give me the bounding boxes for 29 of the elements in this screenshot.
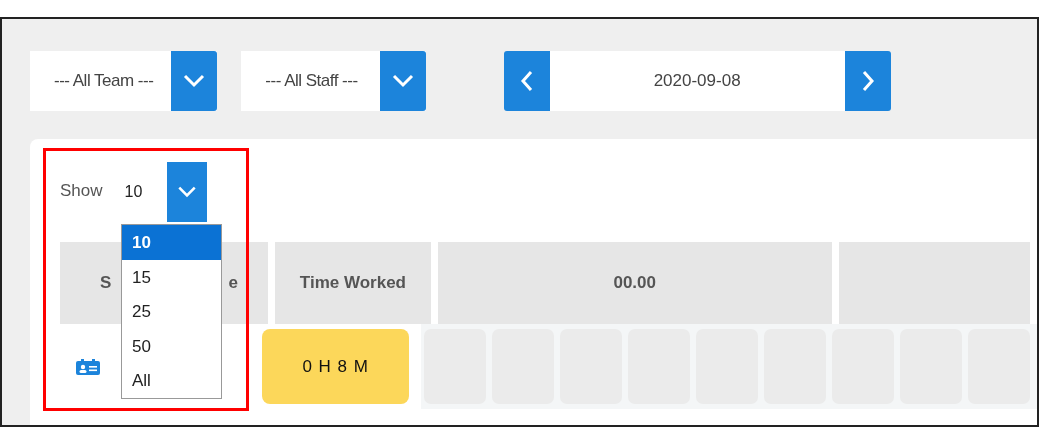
header-text: e: [228, 272, 238, 295]
select-value: --- All Team ---: [53, 70, 155, 93]
dropdown-button[interactable]: [166, 161, 207, 222]
show-label: Show: [60, 179, 103, 202]
previous-button[interactable]: [503, 51, 550, 111]
dropdown-option[interactable]: 25: [122, 294, 221, 329]
column-header: Time Worked: [274, 242, 431, 324]
dropdown-button[interactable]: [379, 51, 426, 111]
select-value: --- All Staff ---: [264, 70, 359, 93]
team-select[interactable]: --- All Team ---: [30, 51, 218, 111]
chevron-down-icon: [176, 185, 197, 198]
column-header: 00.00: [437, 242, 832, 324]
chevron-left-icon: [519, 70, 534, 92]
chevron-right-icon: [860, 70, 875, 92]
dropdown-option[interactable]: All: [122, 363, 221, 398]
dropdown-option[interactable]: 15: [122, 259, 221, 294]
date-field[interactable]: 2020-09-08: [549, 51, 845, 111]
staff-select[interactable]: --- All Staff ---: [241, 51, 426, 111]
page-size-select[interactable]: 10: [124, 161, 207, 222]
chevron-down-icon: [183, 74, 206, 88]
dropdown-button[interactable]: [171, 51, 218, 111]
dropdown-option[interactable]: 50: [122, 328, 221, 363]
dropdown-option[interactable]: 10: [122, 225, 221, 260]
header-text: S: [100, 272, 112, 295]
next-button[interactable]: [844, 51, 891, 111]
select-value: 10: [124, 181, 144, 202]
id-card-icon: [76, 358, 100, 375]
time-worked-badge: 0 H 8 M: [262, 329, 410, 404]
chevron-down-icon: [391, 74, 414, 88]
